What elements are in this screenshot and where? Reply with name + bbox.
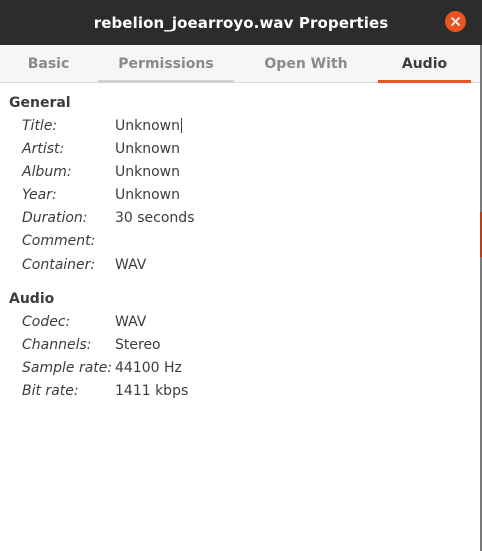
- tab-underline: [98, 80, 234, 83]
- tab-label: Open With: [264, 56, 348, 72]
- properties-window: rebelion_joearroyo.wav Properties Basic …: [0, 0, 482, 551]
- album-value[interactable]: Unknown: [115, 164, 180, 180]
- title-label: Title:: [22, 118, 58, 134]
- close-button[interactable]: [445, 11, 466, 32]
- duration-value[interactable]: 30 seconds: [115, 210, 195, 226]
- sample-rate-label: Sample rate:: [22, 360, 113, 376]
- artist-label: Artist:: [22, 141, 65, 157]
- audio-heading: Audio: [9, 291, 55, 307]
- container-label: Container:: [22, 257, 96, 273]
- tab-bar: Basic Permissions Open With Audio: [0, 45, 482, 83]
- tab-underline: [0, 80, 97, 83]
- window-title: rebelion_joearroyo.wav Properties: [93, 13, 389, 32]
- codec-value[interactable]: WAV: [115, 314, 146, 330]
- general-heading: General: [9, 95, 71, 111]
- tab-label: Basic: [27, 56, 70, 72]
- codec-label: Codec:: [22, 314, 71, 330]
- sample-rate-value[interactable]: 44100 Hz: [115, 360, 182, 376]
- tab-label: Permissions: [118, 56, 214, 72]
- text-cursor: [181, 118, 182, 133]
- close-icon: [451, 17, 460, 26]
- title-value[interactable]: Unknown: [115, 118, 182, 134]
- duration-label: Duration:: [22, 210, 88, 226]
- album-label: Album:: [22, 164, 72, 180]
- tab-permissions[interactable]: Permissions: [98, 45, 234, 83]
- tab-underline: [378, 80, 471, 83]
- title-value-text: Unknown: [115, 118, 180, 134]
- channels-value[interactable]: Stereo: [115, 337, 161, 353]
- tab-label: Audio: [401, 56, 448, 72]
- container-value[interactable]: WAV: [115, 257, 146, 273]
- channels-label: Channels:: [22, 337, 92, 353]
- tab-underline: [236, 80, 376, 83]
- artist-value[interactable]: Unknown: [115, 141, 180, 157]
- title-bar[interactable]: rebelion_joearroyo.wav Properties: [0, 0, 482, 45]
- comment-label: Comment:: [22, 233, 96, 249]
- bit-rate-label: Bit rate:: [22, 383, 79, 399]
- tab-audio[interactable]: Audio: [378, 45, 471, 83]
- year-value[interactable]: Unknown: [115, 187, 180, 203]
- tab-basic[interactable]: Basic: [0, 45, 97, 83]
- year-label: Year:: [22, 187, 57, 203]
- tab-open-with[interactable]: Open With: [236, 45, 376, 83]
- bit-rate-value[interactable]: 1411 kbps: [115, 383, 188, 399]
